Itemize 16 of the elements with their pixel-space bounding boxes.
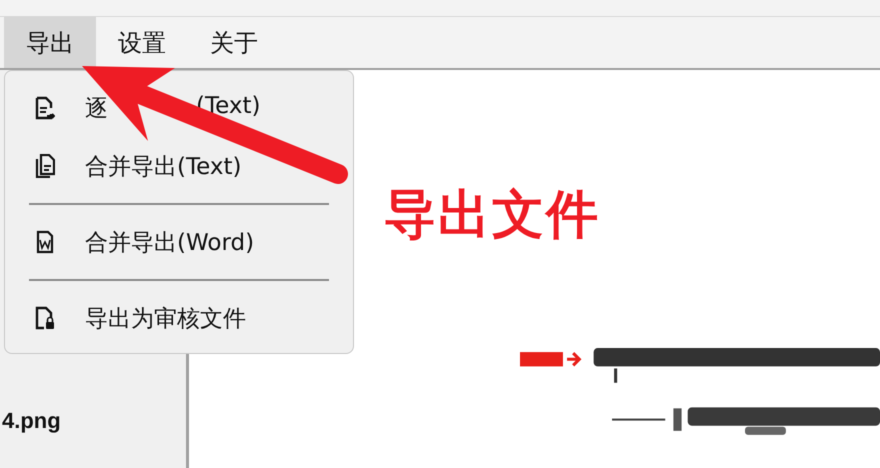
menu-tab[interactable]: 关于 — [188, 17, 280, 68]
file-name[interactable]: 4.png — [0, 408, 186, 434]
menu-item-label: 导出为审核文件 — [85, 304, 246, 334]
word-document-icon — [35, 230, 55, 254]
menu-item[interactable]: 合并导出(Text) — [29, 137, 329, 195]
locked-document-icon — [35, 306, 55, 330]
menu-item-label: 合并导出(Text) — [85, 152, 242, 182]
document-export-icon — [35, 96, 55, 120]
menu-tab[interactable]: 导出 — [4, 17, 96, 68]
documents-icon — [35, 154, 55, 178]
menu-item[interactable]: 合并导出(Word) — [29, 213, 329, 271]
menu-item[interactable]: 导出为审核文件 — [29, 289, 329, 347]
menu-item-label: 合并导出(Word) — [85, 228, 254, 258]
menu-tab[interactable]: 设置 — [96, 17, 188, 68]
annotation-label: 导出文件 — [384, 184, 600, 247]
menu-item-label: 逐 — [85, 94, 108, 124]
